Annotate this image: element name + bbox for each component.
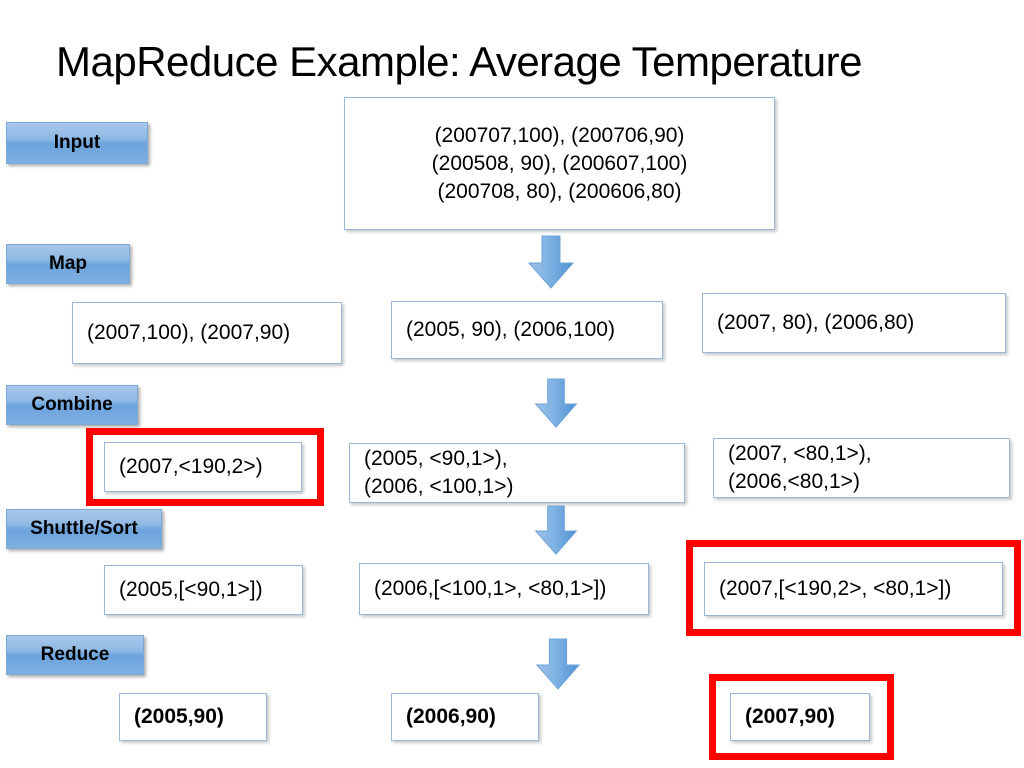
stage-label-shuttle-sort[interactable]: Shuttle/Sort	[6, 509, 162, 549]
reduce-box-middle-text: (2006,90)	[406, 705, 496, 728]
map-box-middle-text: (2005, 90), (2006,100)	[406, 318, 615, 341]
shuffle-box-right-text: (2007,[<190,2>, <80,1>])	[719, 577, 952, 600]
page-title: MapReduce Example: Average Temperature	[56, 38, 862, 85]
map-box-left-text: (2007,100), (2007,90)	[87, 321, 291, 344]
combine-box-right-text: (2007, <80,1>), (2006,<80,1>)	[728, 442, 872, 493]
stage-label-combine[interactable]: Combine	[6, 385, 138, 425]
arrow-combine-to-shuffle-icon	[531, 505, 581, 562]
reduce-box-right[interactable]: (2007,90)	[730, 693, 870, 741]
reduce-box-middle[interactable]: (2006,90)	[391, 693, 539, 741]
shuffle-box-middle-text: (2006,[<100,1>, <80,1>])	[374, 577, 607, 600]
shuffle-box-left-text: (2005,[<90,1>])	[119, 578, 263, 601]
combine-box-right[interactable]: (2007, <80,1>), (2006,<80,1>)	[713, 438, 1010, 498]
arrow-shuffle-to-reduce-icon	[533, 638, 583, 697]
shuffle-box-right[interactable]: (2007,[<190,2>, <80,1>])	[704, 562, 1003, 616]
input-data-box[interactable]: (200707,100), (200706,90) (200508, 90), …	[344, 97, 775, 230]
combine-box-left[interactable]: (2007,<190,2>)	[104, 442, 302, 492]
shuffle-box-left[interactable]: (2005,[<90,1>])	[104, 565, 303, 615]
combine-box-middle-text: (2005, <90,1>), (2006, <100,1>)	[364, 447, 514, 498]
shuffle-box-middle[interactable]: (2006,[<100,1>, <80,1>])	[359, 563, 649, 615]
reduce-box-right-text: (2007,90)	[745, 705, 835, 728]
map-box-right[interactable]: (2007, 80), (2006,80)	[702, 293, 1006, 353]
combine-box-left-text: (2007,<190,2>)	[119, 455, 263, 478]
map-box-left[interactable]: (2007,100), (2007,90)	[72, 302, 342, 364]
arrow-input-to-map-icon	[525, 235, 577, 296]
stage-label-input[interactable]: Input	[6, 122, 148, 164]
map-box-right-text: (2007, 80), (2006,80)	[717, 311, 915, 334]
reduce-box-left[interactable]: (2005,90)	[119, 693, 267, 741]
stage-label-reduce[interactable]: Reduce	[6, 635, 144, 675]
input-data-text: (200707,100), (200706,90) (200508, 90), …	[431, 123, 688, 203]
combine-box-middle[interactable]: (2005, <90,1>), (2006, <100,1>)	[349, 443, 685, 503]
map-box-middle[interactable]: (2005, 90), (2006,100)	[391, 301, 663, 359]
arrow-map-to-combine-icon	[531, 378, 581, 435]
stage-label-map[interactable]: Map	[6, 244, 130, 284]
reduce-box-left-text: (2005,90)	[134, 705, 224, 728]
slide-canvas: MapReduce Example: Average Temperature I…	[0, 0, 1024, 768]
